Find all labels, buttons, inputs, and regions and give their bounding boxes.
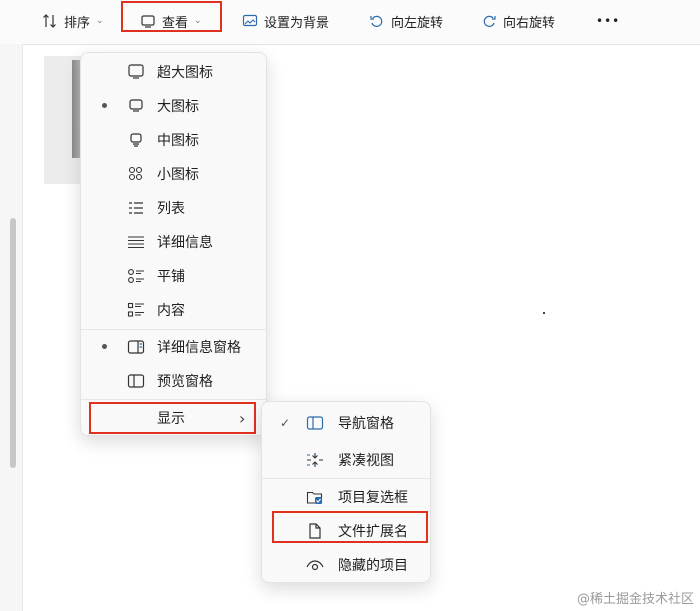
- selected-bullet-icon: [102, 103, 107, 108]
- menu-item-label: 大图标: [157, 99, 199, 115]
- menu-item-preview-pane[interactable]: 预览窗格: [81, 366, 266, 396]
- image-icon: [242, 14, 258, 27]
- tiles-icon: [128, 269, 144, 283]
- submenu-item-navigation-pane[interactable]: ✓ 导航窗格: [262, 408, 430, 438]
- submenu-item-hidden-items[interactable]: 隐藏的项目: [262, 550, 430, 580]
- chevron-down-icon: ⌄: [96, 16, 104, 26]
- show-submenu: ✓ 导航窗格 紧凑视图 项目复选框 文件扩展名 隐藏的项目: [261, 401, 431, 583]
- small-monitor-icon: [130, 133, 142, 147]
- item-checkbox-icon: [306, 491, 323, 504]
- rotate-left-icon: [370, 15, 383, 27]
- details-icon: [128, 236, 144, 249]
- details-pane-icon: [127, 340, 145, 354]
- content-icon: [127, 302, 144, 317]
- highlight-box-file-extensions: [272, 511, 428, 543]
- preview-pane-icon: [127, 374, 145, 388]
- sort-label: 排序: [64, 15, 91, 31]
- command-bar: 排序 ⌄ 查看 ⌄ 设置为背景 向左旋转 向右旋转 •••: [0, 0, 700, 45]
- navigation-pane-icon: [306, 416, 324, 430]
- menu-item-details-pane[interactable]: 详细信息窗格: [81, 332, 266, 362]
- menu-item-label: 小图标: [157, 167, 199, 183]
- rotate-right-icon: [483, 15, 496, 27]
- more-options-button[interactable]: •••: [596, 8, 620, 34]
- menu-item-label: 预览窗格: [157, 374, 213, 390]
- set-background-button[interactable]: 设置为背景: [242, 8, 329, 34]
- submenu-item-label: 项目复选框: [338, 490, 408, 506]
- set-background-label: 设置为背景: [264, 15, 330, 31]
- menu-separator: [81, 329, 266, 330]
- submenu-item-label: 隐藏的项目: [338, 558, 408, 574]
- menu-item-tiles[interactable]: 平铺: [81, 261, 266, 291]
- menu-item-label: 平铺: [157, 269, 185, 285]
- menu-item-label: 中图标: [157, 133, 199, 149]
- rotate-right-label: 向右旋转: [503, 15, 556, 31]
- menu-item-details[interactable]: 详细信息: [81, 227, 266, 257]
- menu-item-extra-large-icons[interactable]: 超大图标: [81, 57, 266, 87]
- menu-item-label: 内容: [157, 303, 185, 319]
- monitor-icon: [129, 99, 143, 112]
- scrollbar[interactable]: [10, 218, 16, 468]
- rotate-left-button[interactable]: 向左旋转: [369, 8, 443, 34]
- menu-item-label: 详细信息: [157, 235, 213, 251]
- checkmark-icon: ✓: [280, 416, 291, 430]
- stray-dot: [543, 312, 545, 314]
- sort-icon: [43, 14, 56, 28]
- submenu-item-label: 导航窗格: [338, 416, 394, 432]
- view-menu: 超大图标 大图标 中图标 小图标 列表 详细信息 平铺 内容 详细信息窗格 预览…: [80, 52, 267, 436]
- rotate-left-label: 向左旋转: [391, 15, 444, 31]
- menu-separator: [81, 399, 266, 400]
- more-icon: •••: [596, 14, 621, 28]
- menu-item-list[interactable]: 列表: [81, 193, 266, 223]
- menu-item-label: 超大图标: [157, 65, 213, 81]
- submenu-item-label: 紧凑视图: [338, 453, 394, 469]
- rotate-right-button[interactable]: 向右旋转: [481, 8, 555, 34]
- submenu-item-compact-view[interactable]: 紧凑视图: [262, 445, 430, 475]
- highlight-box-view: [121, 1, 222, 32]
- submenu-item-checkboxes[interactable]: 项目复选框: [262, 482, 430, 512]
- menu-separator: [262, 478, 430, 479]
- menu-item-small-icons[interactable]: 小图标: [81, 159, 266, 189]
- list-icon: [129, 202, 143, 214]
- eye-icon: [306, 560, 324, 571]
- sort-button[interactable]: 排序 ⌄: [42, 8, 104, 34]
- highlight-box-show: [89, 402, 256, 434]
- compact-view-icon: [307, 453, 323, 467]
- selected-bullet-icon: [102, 344, 107, 349]
- watermark: @稀土掘金技术社区: [576, 592, 694, 607]
- monitor-icon: [128, 64, 144, 79]
- grid-icon: [128, 166, 143, 181]
- menu-item-medium-icons[interactable]: 中图标: [81, 125, 266, 155]
- menu-item-label: 详细信息窗格: [157, 340, 241, 356]
- menu-item-large-icons[interactable]: 大图标: [81, 91, 266, 121]
- menu-item-content[interactable]: 内容: [81, 295, 266, 325]
- menu-item-label: 列表: [157, 201, 185, 217]
